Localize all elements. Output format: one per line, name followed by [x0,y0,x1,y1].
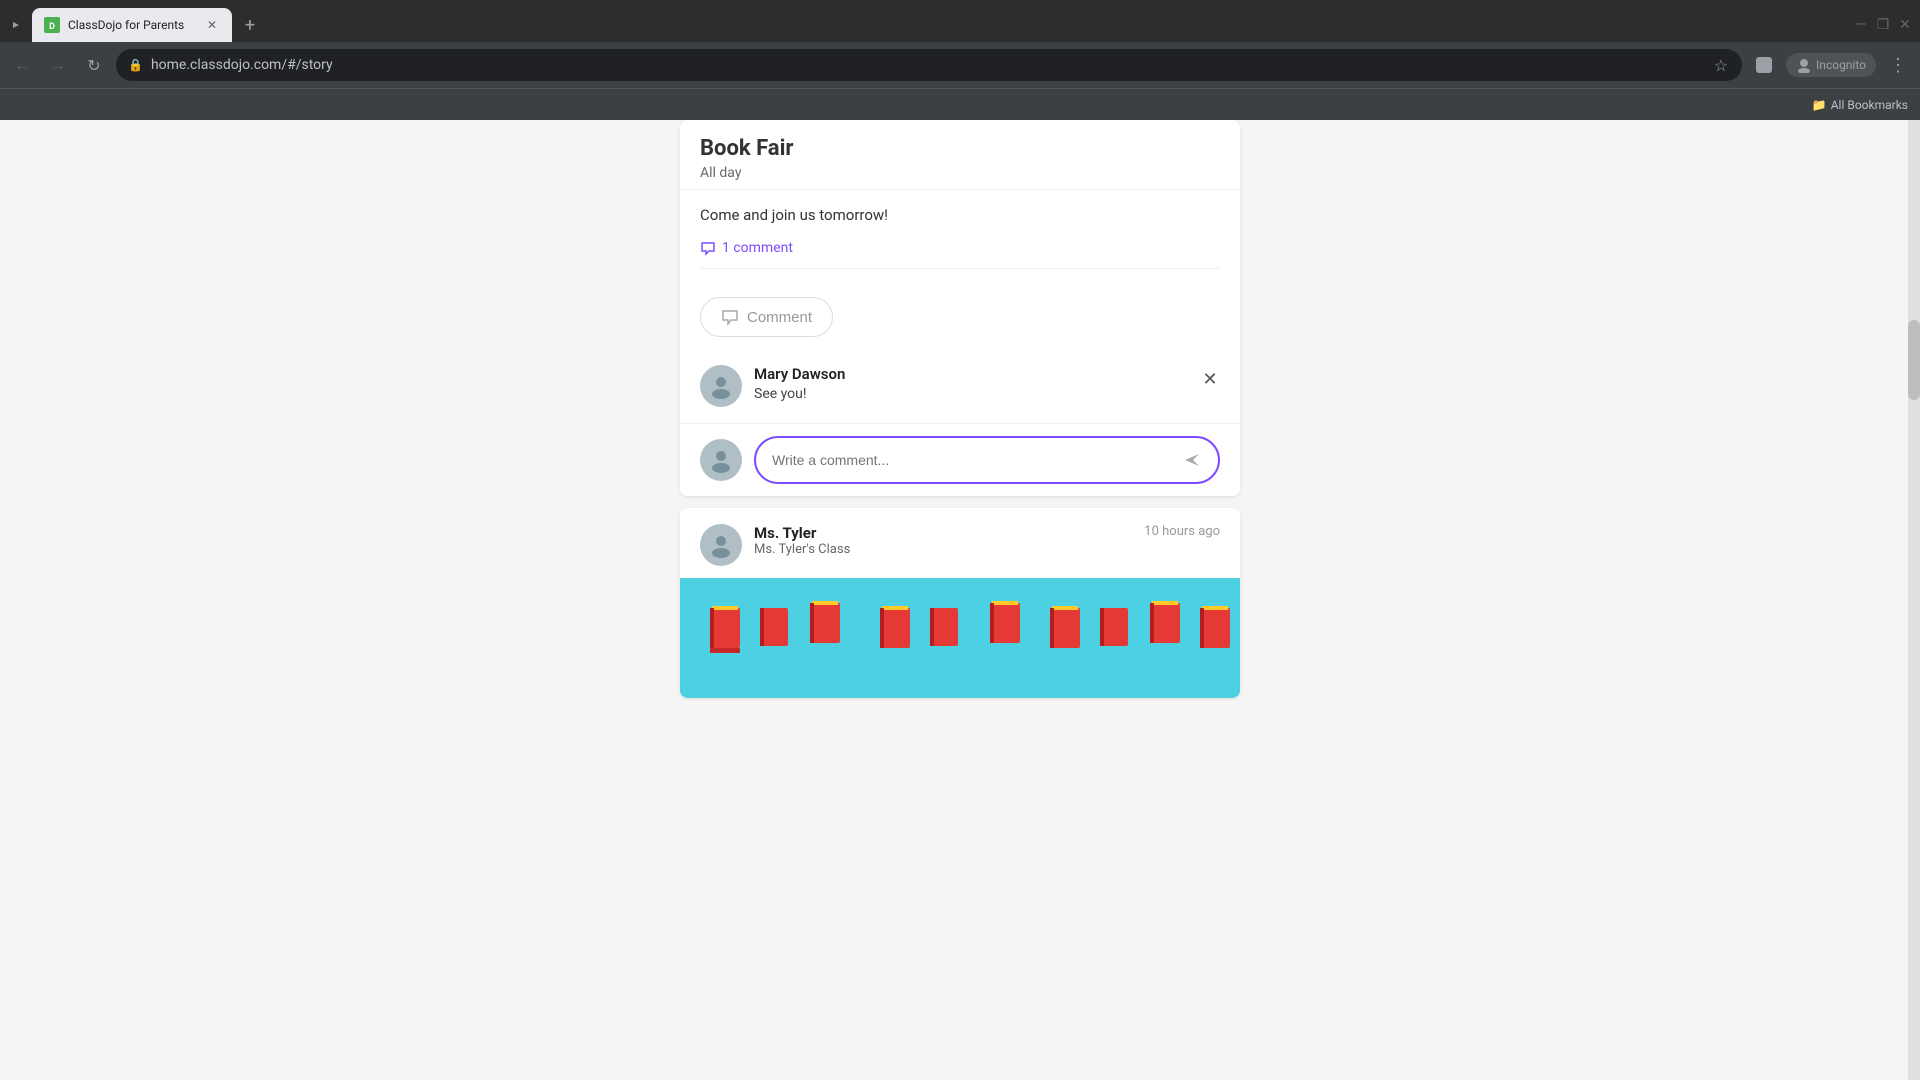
address-actions: ☆ [1712,54,1730,77]
send-comment-button[interactable] [1178,446,1206,474]
current-user-avatar [700,439,742,481]
maximize-button[interactable]: ❐ [1876,18,1890,32]
window-controls: — ❐ ✕ [1854,18,1912,32]
incognito-label: Incognito [1816,58,1866,72]
lock-icon: 🔒 [128,58,143,72]
write-comment-row [680,424,1240,496]
address-bar-row: ← → ↻ 🔒 home.classdojo.com/#/story ☆ Inc… [0,42,1920,88]
poster-name: Ms. Tyler [754,524,1132,542]
book-fair-event-card: Book Fair All day Come and join us tomor… [680,120,1240,496]
tab-title: ClassDojo for Parents [68,18,196,32]
profile-button[interactable] [1750,51,1778,79]
comment-btn-row: Comment [680,285,1240,349]
back-button[interactable]: ← [8,51,36,79]
event-title: Book Fair [700,136,1220,161]
post-meta: Ms. Tyler Ms. Tyler's Class [754,524,1132,557]
reload-button[interactable]: ↻ [80,51,108,79]
address-bar[interactable]: 🔒 home.classdojo.com/#/story ☆ [116,49,1742,81]
comment-input[interactable] [772,452,1178,468]
browser-chrome: D ClassDojo for Parents ✕ + — ❐ ✕ ← → ↻ … [0,0,1920,120]
tab-favicon: D [44,17,60,33]
tab-navigation [8,17,24,33]
page-content: Book Fair All day Come and join us tomor… [0,120,1920,1080]
scrollbar[interactable] [1908,120,1920,1080]
all-bookmarks-label: All Bookmarks [1831,98,1908,112]
comment-count-text: 1 comment [722,240,793,256]
poster-class: Ms. Tyler's Class [754,542,1132,557]
new-tab-button[interactable]: + [236,11,264,39]
incognito-button[interactable]: Incognito [1786,53,1876,77]
ms-tyler-avatar [700,524,742,566]
mary-dawson-comment: Mary Dawson See you! ✕ [680,349,1240,424]
svg-text:D: D [49,22,55,32]
comment-content: Mary Dawson See you! [754,365,1220,402]
bookmarks-bar: 📁 All Bookmarks [0,88,1920,120]
event-body: Come and join us tomorrow! 1 comment [680,190,1240,285]
tab-close-button[interactable]: ✕ [204,17,220,33]
tab-list-button[interactable] [8,17,24,33]
post-time: 10 hours ago [1144,524,1220,539]
all-bookmarks-item[interactable]: 📁 All Bookmarks [1812,98,1908,112]
delete-comment-button[interactable]: ✕ [1196,365,1224,393]
comment-count-link[interactable]: 1 comment [700,240,1220,269]
post-header: Ms. Tyler Ms. Tyler's Class 10 hours ago [680,508,1240,578]
event-description: Come and join us tomorrow! [700,206,1220,224]
comment-input-wrapper[interactable] [754,436,1220,484]
comment-text: See you! [754,386,1220,402]
event-header: Book Fair All day [680,120,1240,190]
commenter-name: Mary Dawson [754,365,1220,383]
minimize-button[interactable]: — [1854,18,1868,32]
comment-btn-label: Comment [747,309,812,326]
bookmark-star-icon[interactable]: ☆ [1712,54,1730,77]
active-tab[interactable]: D ClassDojo for Parents ✕ [32,8,232,42]
scrollbar-thumb[interactable] [1908,320,1920,400]
tab-bar: D ClassDojo for Parents ✕ + — ❐ ✕ [0,0,1920,42]
ms-tyler-post-card: Ms. Tyler Ms. Tyler's Class 10 hours ago [680,508,1240,698]
comment-button[interactable]: Comment [700,297,833,337]
feed-container: Book Fair All day Come and join us tomor… [680,120,1240,1080]
book-pattern-svg [680,578,1240,698]
book-fair-image [680,578,1240,698]
close-button[interactable]: ✕ [1898,18,1912,32]
bookmarks-folder-icon: 📁 [1812,98,1827,112]
mary-dawson-avatar [700,365,742,407]
event-time: All day [700,165,1220,181]
menu-button[interactable]: ⋮ [1884,51,1912,79]
close-icon: ✕ [1202,369,1217,390]
comment-icon [700,240,716,256]
forward-button[interactable]: → [44,51,72,79]
comment-btn-icon [721,308,739,326]
url-text: home.classdojo.com/#/story [151,57,1704,73]
